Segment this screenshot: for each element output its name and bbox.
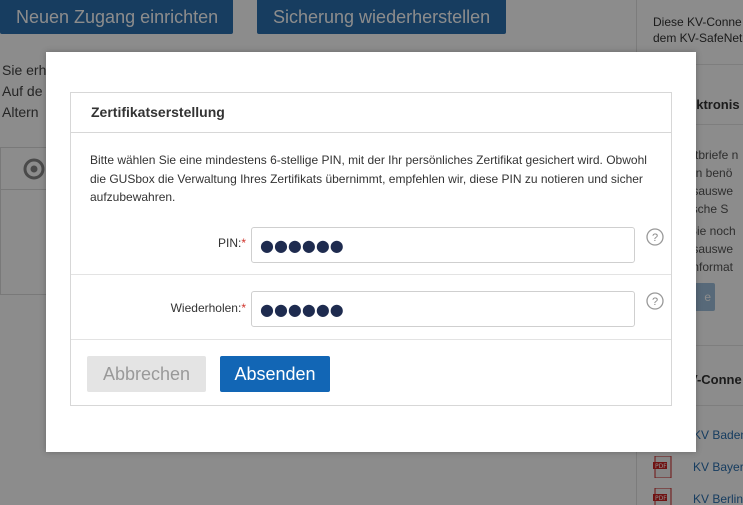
help-icon[interactable]: ? <box>646 292 664 310</box>
cancel-button[interactable]: Abbrechen <box>87 356 206 392</box>
panel-title: Zertifikatserstellung <box>71 93 671 133</box>
pin-row: PIN:* ? <box>71 223 671 275</box>
repeat-pin-label: Wiederholen:* <box>171 301 246 315</box>
svg-text:?: ? <box>652 296 658 308</box>
svg-text:?: ? <box>652 232 658 244</box>
repeat-pin-row: Wiederholen:* ? <box>71 276 671 340</box>
certificate-dialog: Zertifikatserstellung Bitte wählen Sie e… <box>46 52 696 452</box>
repeat-pin-label-text: Wiederholen: <box>170 301 242 315</box>
repeat-pin-input[interactable] <box>251 291 635 327</box>
pin-instructions: Bitte wählen Sie eine mindestens 6-stell… <box>90 153 647 204</box>
pin-input[interactable] <box>251 227 635 263</box>
help-icon[interactable]: ? <box>646 228 664 246</box>
required-asterisk: * <box>241 301 246 315</box>
required-asterisk: * <box>241 236 246 250</box>
submit-button[interactable]: Absenden <box>220 356 330 392</box>
pin-label-text: PIN: <box>217 236 242 250</box>
pin-label: PIN:* <box>218 236 246 250</box>
certificate-panel: Zertifikatserstellung Bitte wählen Sie e… <box>70 92 672 406</box>
